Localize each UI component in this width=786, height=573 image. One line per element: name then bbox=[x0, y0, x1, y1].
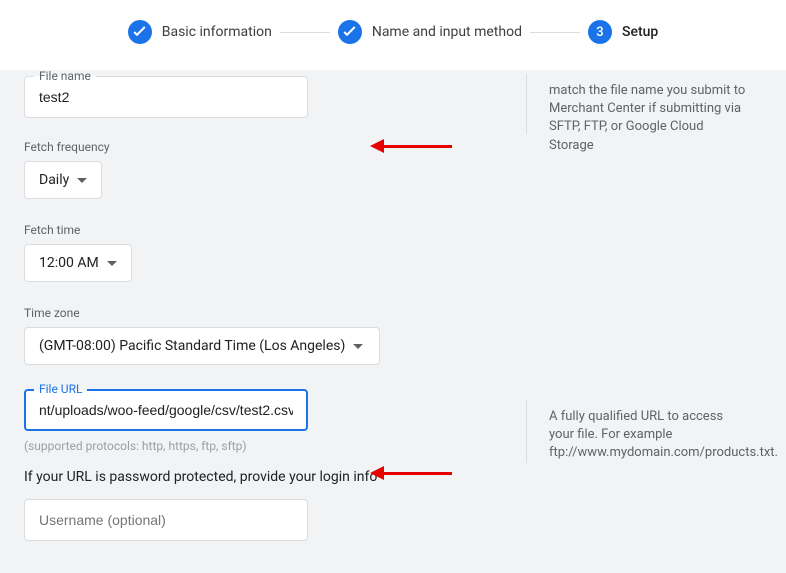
fetch-frequency-value: Daily bbox=[39, 172, 69, 188]
filename-field: File name bbox=[24, 76, 504, 118]
step-basic-information[interactable]: Basic information bbox=[128, 20, 272, 44]
timezone-label: Time zone bbox=[24, 306, 504, 320]
step-label: Name and input method bbox=[372, 24, 522, 40]
step-label: Basic information bbox=[162, 24, 272, 40]
step-label: Setup bbox=[622, 24, 658, 40]
step-name-input[interactable]: Name and input method bbox=[338, 20, 522, 44]
chevron-down-icon bbox=[77, 178, 87, 183]
chevron-down-icon bbox=[107, 261, 117, 266]
help-filename: match the file name you submit to Mercha… bbox=[526, 74, 761, 134]
step-number: 3 bbox=[588, 20, 612, 44]
filename-label: File name bbox=[34, 69, 96, 83]
fetch-frequency-select[interactable]: Daily bbox=[24, 161, 102, 199]
fetch-time-select[interactable]: 12:00 AM bbox=[24, 244, 132, 282]
check-icon bbox=[128, 20, 152, 44]
fetch-time-label: Fetch time bbox=[24, 223, 504, 237]
file-url-field: File URL bbox=[24, 389, 504, 431]
step-divider bbox=[530, 32, 580, 33]
timezone-select[interactable]: (GMT-08:00) Pacific Standard Time (Los A… bbox=[24, 327, 380, 365]
username-input[interactable] bbox=[24, 499, 308, 541]
chevron-down-icon bbox=[353, 344, 363, 349]
fetch-time-group: Fetch time 12:00 AM bbox=[24, 223, 504, 282]
step-setup[interactable]: 3 Setup bbox=[588, 20, 658, 44]
step-divider bbox=[280, 32, 330, 33]
protocols-hint: (supported protocols: http, https, ftp, … bbox=[24, 439, 504, 453]
check-icon bbox=[338, 20, 362, 44]
help-fileurl: A fully qualified URL to access your fil… bbox=[526, 400, 761, 463]
fetch-time-value: 12:00 AM bbox=[39, 255, 99, 271]
timezone-value: (GMT-08:00) Pacific Standard Time (Los A… bbox=[39, 338, 345, 354]
file-url-label: File URL bbox=[34, 382, 87, 396]
annotation-arrow-icon bbox=[370, 140, 452, 152]
timezone-group: Time zone (GMT-08:00) Pacific Standard T… bbox=[24, 306, 504, 365]
annotation-arrow-icon bbox=[370, 467, 452, 479]
stepper: Basic information Name and input method … bbox=[0, 0, 786, 70]
